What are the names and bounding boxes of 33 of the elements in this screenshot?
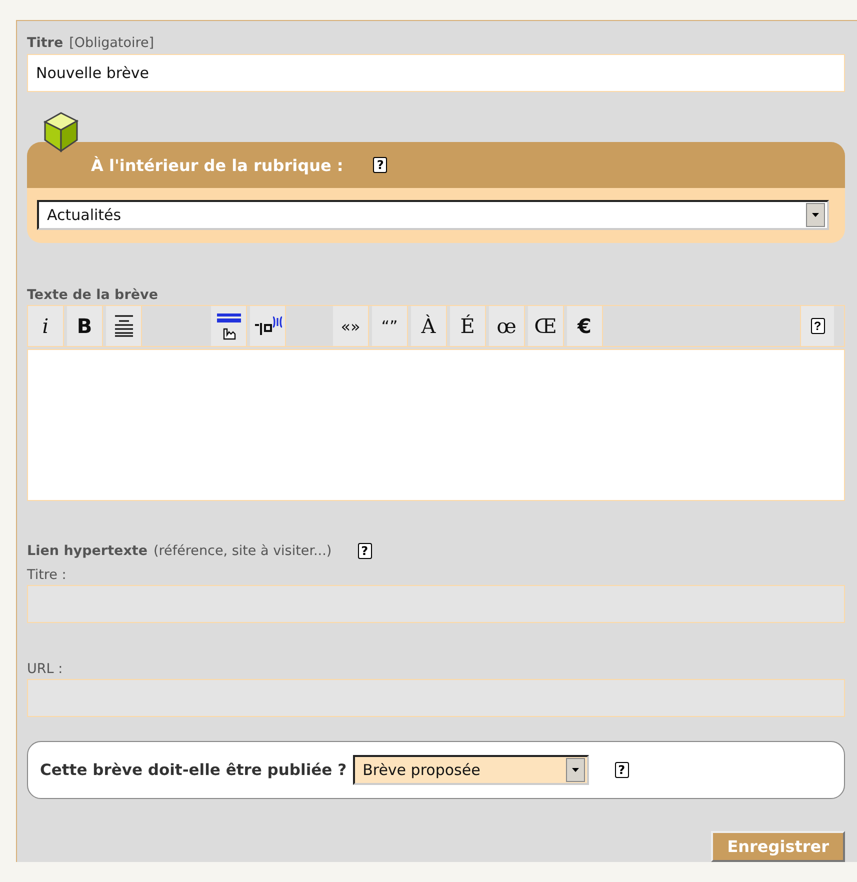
- toolbar-button[interactable]: [106, 306, 142, 346]
- footnote-icon: [252, 315, 282, 337]
- help-button[interactable]: ?: [800, 306, 834, 346]
- link-title-input[interactable]: [27, 585, 845, 623]
- field-label: Titre: [27, 35, 64, 51]
- toolbar-button[interactable]: œ: [489, 306, 525, 346]
- toolbar-button[interactable]: “”: [372, 306, 408, 346]
- help-icon[interactable]: ?: [373, 157, 388, 173]
- toolbar-button[interactable]: À: [411, 306, 447, 346]
- section-title: À l'intérieur de la rubrique :: [91, 156, 344, 174]
- required-note: [Obligatoire]: [69, 35, 154, 51]
- toolbar-button[interactable]: «»: [333, 306, 369, 346]
- section-select[interactable]: Actualités: [37, 200, 829, 230]
- toolbar-button[interactable]: B: [67, 306, 103, 346]
- field-label: Texte de la brève: [27, 287, 159, 303]
- field-label: Titre :: [27, 567, 68, 583]
- help-icon[interactable]: ?: [614, 762, 629, 778]
- field-label: URL :: [27, 661, 64, 677]
- toolbar-button[interactable]: É: [450, 306, 486, 346]
- url-input[interactable]: [27, 679, 845, 717]
- field-label: Lien hypertexte: [27, 543, 148, 559]
- toolbar-button[interactable]: [211, 306, 247, 346]
- help-icon[interactable]: ?: [358, 543, 372, 559]
- toolbar-button[interactable]: [250, 306, 286, 346]
- publication-question: Cette brève doit-elle être publiée ?: [40, 761, 347, 779]
- justify-icon: [114, 315, 132, 337]
- box-icon: [41, 110, 81, 154]
- toolbar-button[interactable]: i: [28, 306, 64, 346]
- toolbar-button[interactable]: €: [567, 306, 603, 346]
- toolbar-button[interactable]: Œ: [528, 306, 564, 346]
- field-note: (référence, site à visiter...): [154, 543, 332, 559]
- status-select[interactable]: Brève proposée: [352, 755, 589, 785]
- title-input[interactable]: Nouvelle brève: [27, 54, 845, 92]
